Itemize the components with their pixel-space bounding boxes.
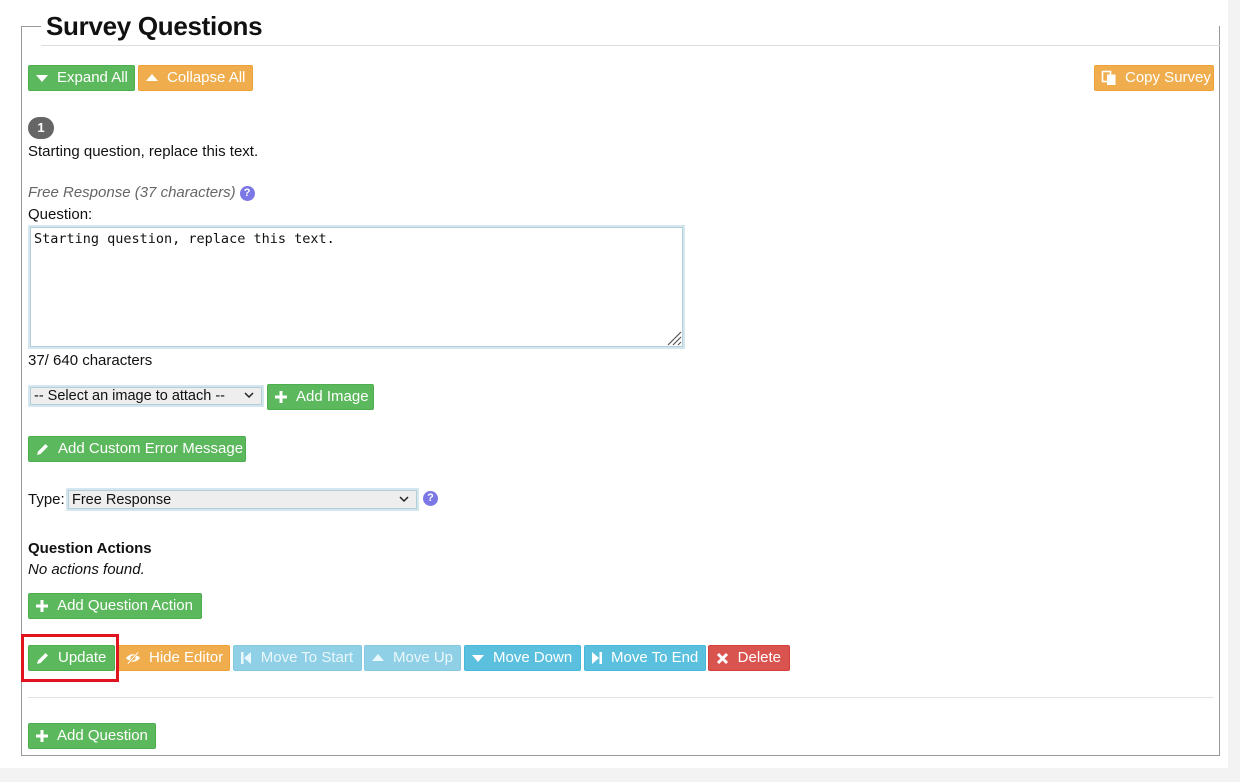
- move-up-button[interactable]: Move Up: [364, 645, 461, 671]
- add-image-button[interactable]: Add Image: [267, 384, 374, 410]
- question-circle-icon[interactable]: ?: [239, 185, 255, 201]
- hide-editor-button[interactable]: Hide Editor: [118, 645, 230, 671]
- eye-slash-icon: [125, 650, 141, 666]
- times-icon: [715, 650, 730, 666]
- question-summary-text: Starting question, replace this text.: [28, 143, 259, 160]
- caret-up-icon: [145, 70, 159, 86]
- character-count: 37/ 640 characters: [28, 352, 153, 369]
- plus-icon: [35, 598, 49, 614]
- resize-grip-icon[interactable]: [664, 328, 682, 346]
- fieldset-border-left: [21, 26, 41, 27]
- section-divider: [28, 697, 1214, 698]
- add-question-action-button[interactable]: Add Question Action: [28, 593, 202, 619]
- step-backward-icon: [240, 650, 253, 666]
- copy-icon: [1101, 70, 1117, 86]
- collapse-all-button[interactable]: Collapse All: [138, 65, 253, 91]
- plus-icon: [274, 389, 288, 405]
- image-attach-select-value: -- Select an image to attach --: [34, 388, 225, 404]
- delete-button[interactable]: Delete: [708, 645, 790, 671]
- question-type-info-text: Free Response (37 characters): [28, 184, 236, 201]
- add-image-label: Add Image: [296, 388, 369, 405]
- question-type-select[interactable]: Free Response: [66, 488, 419, 511]
- step-forward-icon: [591, 650, 603, 666]
- hide-editor-label: Hide Editor: [149, 649, 224, 666]
- move-to-start-button[interactable]: Move To Start: [233, 645, 362, 671]
- add-custom-error-button[interactable]: Add Custom Error Message: [28, 436, 246, 462]
- page-bottom-gutter: [0, 768, 1228, 782]
- move-to-end-button[interactable]: Move To End: [584, 645, 706, 671]
- question-number-badge: 1: [28, 117, 54, 139]
- update-button-highlight: [21, 634, 119, 682]
- fieldset-border-right: [41, 45, 1220, 46]
- add-custom-error-label: Add Custom Error Message: [58, 440, 244, 457]
- move-up-label: Move Up: [393, 649, 454, 666]
- copy-survey-label: Copy Survey: [1125, 69, 1211, 86]
- expand-all-button[interactable]: Expand All: [28, 65, 135, 91]
- question-textarea[interactable]: [28, 225, 685, 349]
- caret-down-icon: [35, 70, 49, 86]
- question-actions-heading: Question Actions: [28, 540, 152, 557]
- collapse-all-label: Collapse All: [167, 69, 246, 86]
- move-down-label: Move Down: [493, 649, 573, 666]
- expand-all-label: Expand All: [57, 69, 128, 86]
- chevron-down-icon: [244, 392, 254, 399]
- plus-icon: [35, 728, 49, 744]
- question-label: Question:: [28, 206, 93, 223]
- caret-down-icon: [471, 650, 485, 666]
- delete-label: Delete: [737, 649, 781, 666]
- add-question-button[interactable]: Add Question: [28, 723, 156, 749]
- page-scroll-gutter: [1228, 0, 1240, 782]
- add-question-label: Add Question: [57, 727, 148, 744]
- pencil-icon: [35, 441, 50, 457]
- caret-up-icon: [371, 650, 385, 666]
- move-down-button[interactable]: Move Down: [464, 645, 581, 671]
- image-attach-select[interactable]: -- Select an image to attach --: [28, 385, 264, 407]
- no-actions-text: No actions found.: [28, 561, 145, 578]
- add-question-action-label: Add Question Action: [57, 597, 193, 614]
- copy-survey-button[interactable]: Copy Survey: [1094, 65, 1214, 91]
- question-type-info: Free Response (37 characters)?: [28, 184, 255, 201]
- type-label: Type:: [28, 491, 65, 508]
- chevron-down-icon: [399, 495, 409, 502]
- question-circle-icon[interactable]: ?: [423, 491, 438, 506]
- page-title: Survey Questions: [46, 11, 263, 41]
- question-type-select-value: Free Response: [72, 491, 172, 508]
- move-to-end-label: Move To End: [611, 649, 699, 666]
- move-to-start-label: Move To Start: [260, 649, 353, 666]
